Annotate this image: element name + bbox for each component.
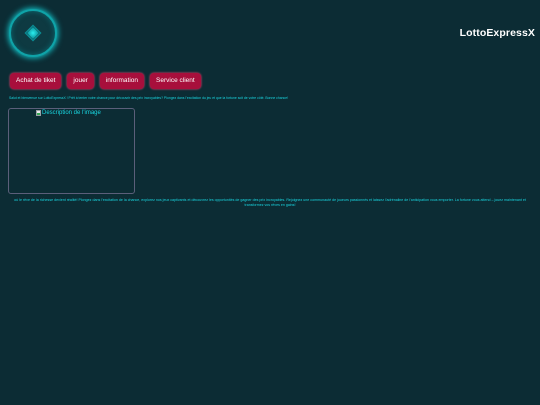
nav-buy-ticket-button[interactable]: Achat de tiket — [10, 73, 62, 89]
logo[interactable] — [9, 9, 57, 57]
page: LottoExpressX Achat de tiket jouer infor… — [0, 0, 540, 405]
tagline-text: où le rêve de la richesse devient réalit… — [14, 198, 526, 208]
nav-information-button[interactable]: information — [99, 73, 145, 89]
brand-name: LottoExpressX — [459, 27, 535, 39]
broken-image: Description de l'image — [36, 110, 101, 116]
main-nav: Achat de tiket jouer information Service… — [10, 73, 201, 89]
nav-play-button[interactable]: jouer — [67, 73, 94, 89]
image-alt-text: Description de l'image — [42, 110, 101, 116]
image-frame: Description de l'image — [8, 108, 135, 194]
broken-image-icon — [36, 110, 41, 116]
welcome-text: Salut et bienvenue sur LottoExpressX ! P… — [9, 96, 289, 100]
nav-customer-service-button[interactable]: Service client — [150, 73, 201, 89]
lotto-diamond-icon — [24, 24, 42, 42]
